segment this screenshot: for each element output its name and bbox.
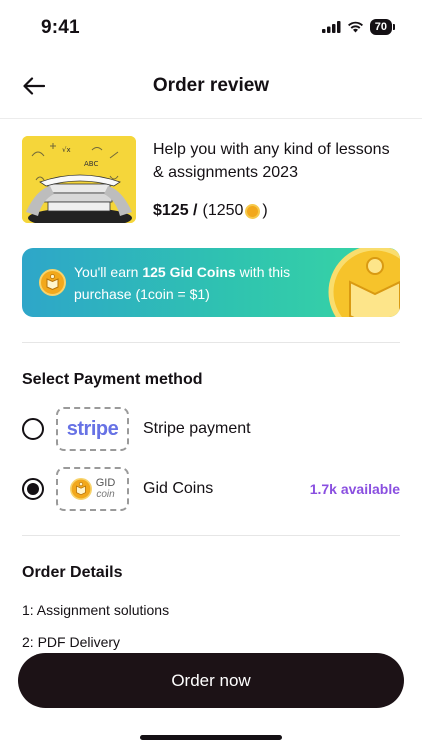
battery-indicator: 70: [369, 19, 396, 35]
gid-coin-icon: [69, 478, 92, 500]
svg-text:√x: √x: [62, 146, 71, 154]
gid-coins-label: Gid Coins: [143, 480, 214, 497]
product-image: ABC √x: [22, 136, 136, 223]
section-divider: [22, 342, 400, 343]
price-amount: $125 /: [153, 202, 198, 219]
earn-prefix: You'll earn: [74, 264, 143, 280]
gid-coin-wordmark: GID coin: [95, 477, 116, 501]
header-divider: [0, 118, 422, 119]
payment-option-stripe[interactable]: stripe Stripe payment: [22, 407, 400, 451]
order-detail-line: 2: PDF Delivery: [22, 634, 121, 650]
earn-coins-text: You'll earn 125 Gid Coins with this purc…: [74, 261, 324, 305]
stripe-logo: stripe: [56, 407, 129, 451]
order-detail-line: 1: Assignment solutions: [22, 602, 170, 618]
gid-coin-decoration-icon: [328, 248, 400, 317]
wifi-icon: [347, 21, 363, 33]
stripe-logo-text: stripe: [66, 417, 119, 440]
stripe-radio[interactable]: [22, 418, 44, 440]
section-divider: [22, 535, 400, 536]
stripe-label: Stripe payment: [143, 420, 251, 437]
earn-highlight: 125 Gid Coins: [142, 264, 236, 280]
home-indicator: [140, 735, 282, 740]
payment-option-gid-coins[interactable]: GID coin Gid Coins 1.7k available: [22, 467, 400, 511]
coin-price-close: ): [262, 202, 268, 219]
coin-price: (1250: [202, 202, 244, 219]
status-bar: 9:41 70: [0, 0, 422, 56]
order-details-title: Order Details: [22, 564, 123, 581]
gid-coin-icon: [39, 269, 66, 296]
nav-bar: Order review: [0, 58, 422, 114]
gid-coins-radio[interactable]: [22, 478, 44, 500]
status-time: 9:41: [41, 17, 80, 38]
books-illustration: ABC √x: [22, 136, 136, 223]
radio-selected-dot: [27, 483, 39, 495]
gid-wordmark-top: GID: [95, 477, 116, 489]
earn-coins-banner: You'll earn 125 Gid Coins with this purc…: [22, 248, 400, 317]
gid-coin-icon: [245, 203, 261, 219]
gid-coins-available: 1.7k available: [309, 481, 400, 497]
product-price: $125 / (1250 ): [153, 202, 268, 220]
cellular-signal-icon: [321, 21, 341, 33]
product-summary: ABC √x Help you with any kind of lessons…: [22, 136, 402, 224]
gid-wordmark-bottom: coin: [96, 489, 115, 500]
page-title: Order review: [152, 75, 270, 96]
status-icons: 70: [321, 19, 396, 35]
payment-section-title: Select Payment method: [22, 371, 203, 388]
product-title: Help you with any kind of lessons & assi…: [153, 141, 390, 181]
gid-coin-logo: GID coin: [56, 467, 129, 511]
order-now-button[interactable]: Order now: [18, 653, 404, 708]
svg-text:ABC: ABC: [84, 160, 98, 168]
